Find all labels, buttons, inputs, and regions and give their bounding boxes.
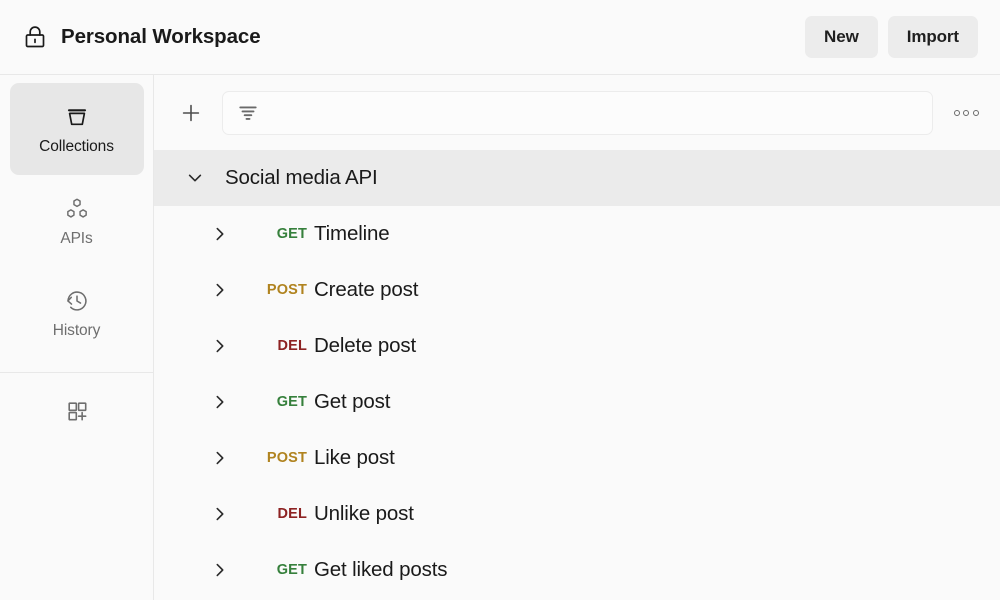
sidebar-item-apis[interactable]: APIs [10,175,144,267]
request-row[interactable]: DEL Delete post [154,318,1000,374]
request-method: GET [276,226,307,242]
request-method: POST [266,282,307,298]
apis-hexagons-icon [63,195,91,223]
request-method: POST [266,450,307,466]
page-title: Personal Workspace [61,25,261,48]
request-row[interactable]: POST Create post [154,262,1000,318]
collections-panel: Social media API GET Timeline POST Creat… [154,75,1000,600]
chevron-right-icon[interactable] [211,393,229,411]
collection-name: Social media API [225,166,378,189]
request-row[interactable]: POST Like post [154,430,1000,486]
more-horizontal-icon [963,109,969,116]
chevron-right-icon[interactable] [211,225,229,243]
more-horizontal-icon [953,109,960,116]
filter-icon [237,102,259,124]
collections-toolbar [154,75,1000,150]
request-name: Unlike post [314,502,414,525]
plus-icon [179,101,203,125]
collections-icon [63,103,91,131]
header-actions: New Import [805,16,978,58]
request-row[interactable]: GET Get post [154,374,1000,430]
search-input[interactable] [269,104,920,121]
sidebar-item-history[interactable]: History [10,267,144,359]
request-name: Get liked posts [314,558,448,581]
sidebar: Collections APIs History [0,75,154,600]
request-list: GET Timeline POST Create post DEL Delete… [154,206,1000,598]
import-button[interactable]: Import [887,16,978,58]
more-horizontal-icon [972,109,979,116]
workspace-header: Personal Workspace New Import [0,0,1000,75]
collection-tree: Social media API GET Timeline POST Creat… [154,150,1000,600]
request-name: Delete post [314,334,417,357]
chevron-right-icon[interactable] [211,505,229,523]
search-filter-bar[interactable] [222,90,933,135]
request-name: Create post [314,278,419,301]
request-name: Timeline [314,222,390,245]
sidebar-item-label: APIs [60,229,93,247]
request-name: Get post [314,390,391,413]
request-row[interactable]: DEL Unlike post [154,486,1000,542]
sidebar-item-label: Collections [39,137,114,155]
request-row[interactable]: GET Get liked posts [154,542,1000,598]
sidebar-item-add-module[interactable] [10,373,144,449]
request-method: DEL [277,506,307,522]
app-window: Personal Workspace New Import Collection… [0,0,1000,600]
request-name: Like post [314,446,395,469]
history-clock-icon [63,287,91,315]
sidebar-item-collections[interactable]: Collections [9,83,144,175]
chevron-right-icon[interactable] [211,281,229,299]
request-method: GET [276,394,307,410]
lock-icon [22,24,48,50]
collection-row-social-media-api[interactable]: Social media API [154,150,1000,206]
request-method: GET [276,562,307,578]
workspace-body: Collections APIs History Social media AP… [0,75,1000,600]
grid-plus-icon [63,397,91,425]
new-button[interactable]: New [805,16,878,58]
more-options-button[interactable] [949,98,983,128]
chevron-right-icon[interactable] [211,561,229,579]
request-method: DEL [277,338,307,354]
chevron-right-icon[interactable] [211,449,229,467]
chevron-right-icon[interactable] [211,337,229,355]
sidebar-item-label: History [52,321,101,339]
chevron-down-icon[interactable] [186,169,204,187]
add-new-button[interactable] [176,98,206,128]
request-row[interactable]: GET Timeline [154,206,1000,262]
workspace-identity: Personal Workspace [22,24,805,50]
